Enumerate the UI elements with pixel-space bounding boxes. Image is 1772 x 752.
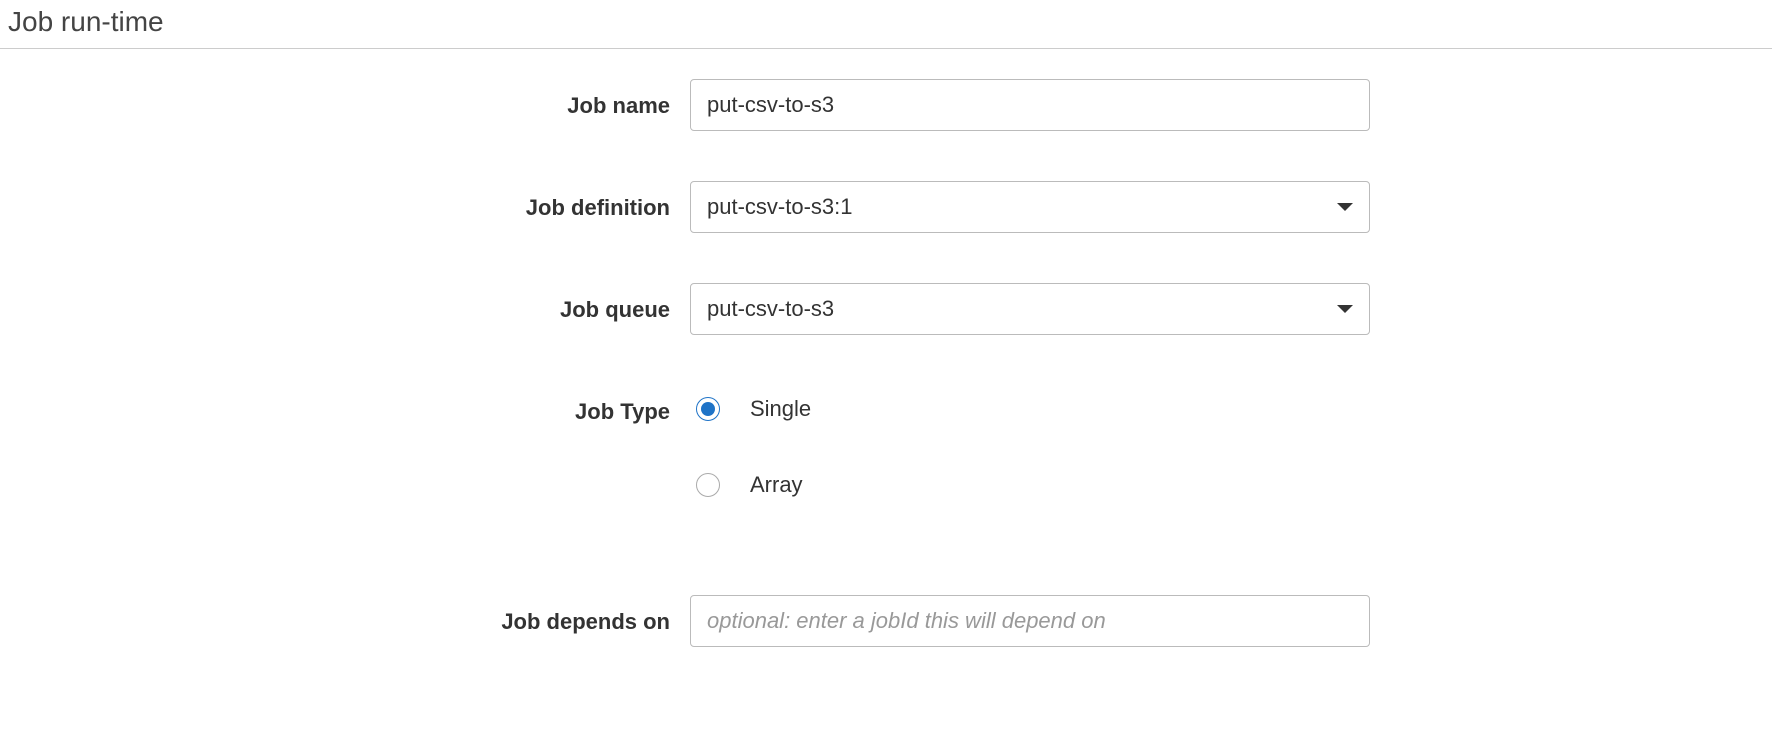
radio-label-single: Single [750,396,811,422]
row-job-name: Job name [0,79,1772,131]
section-title: Job run-time [8,6,1772,38]
job-type-radio-group: Single Array [690,385,1370,505]
radio-label-array: Array [750,472,803,498]
job-definition-value: put-csv-to-s3:1 [707,194,853,220]
row-job-type: Job Type Single Array [0,385,1772,505]
section-divider [0,48,1772,49]
label-job-definition: Job definition [0,181,690,221]
job-queue-value: put-csv-to-s3 [707,296,834,322]
radio-option-array[interactable]: Array [690,465,1370,505]
row-job-depends-on: Job depends on [0,595,1772,647]
label-job-depends-on: Job depends on [0,595,690,635]
job-definition-select[interactable]: put-csv-to-s3:1 [690,181,1370,233]
radio-icon [696,473,720,497]
radio-option-single[interactable]: Single [690,389,1370,429]
label-job-type: Job Type [0,385,690,425]
job-depends-on-input[interactable] [690,595,1370,647]
job-name-input[interactable] [690,79,1370,131]
caret-down-icon [1337,305,1353,313]
row-job-definition: Job definition put-csv-to-s3:1 [0,181,1772,233]
row-job-queue: Job queue put-csv-to-s3 [0,283,1772,335]
label-job-queue: Job queue [0,283,690,323]
caret-down-icon [1337,203,1353,211]
label-job-name: Job name [0,79,690,119]
job-queue-select[interactable]: put-csv-to-s3 [690,283,1370,335]
radio-icon [696,397,720,421]
